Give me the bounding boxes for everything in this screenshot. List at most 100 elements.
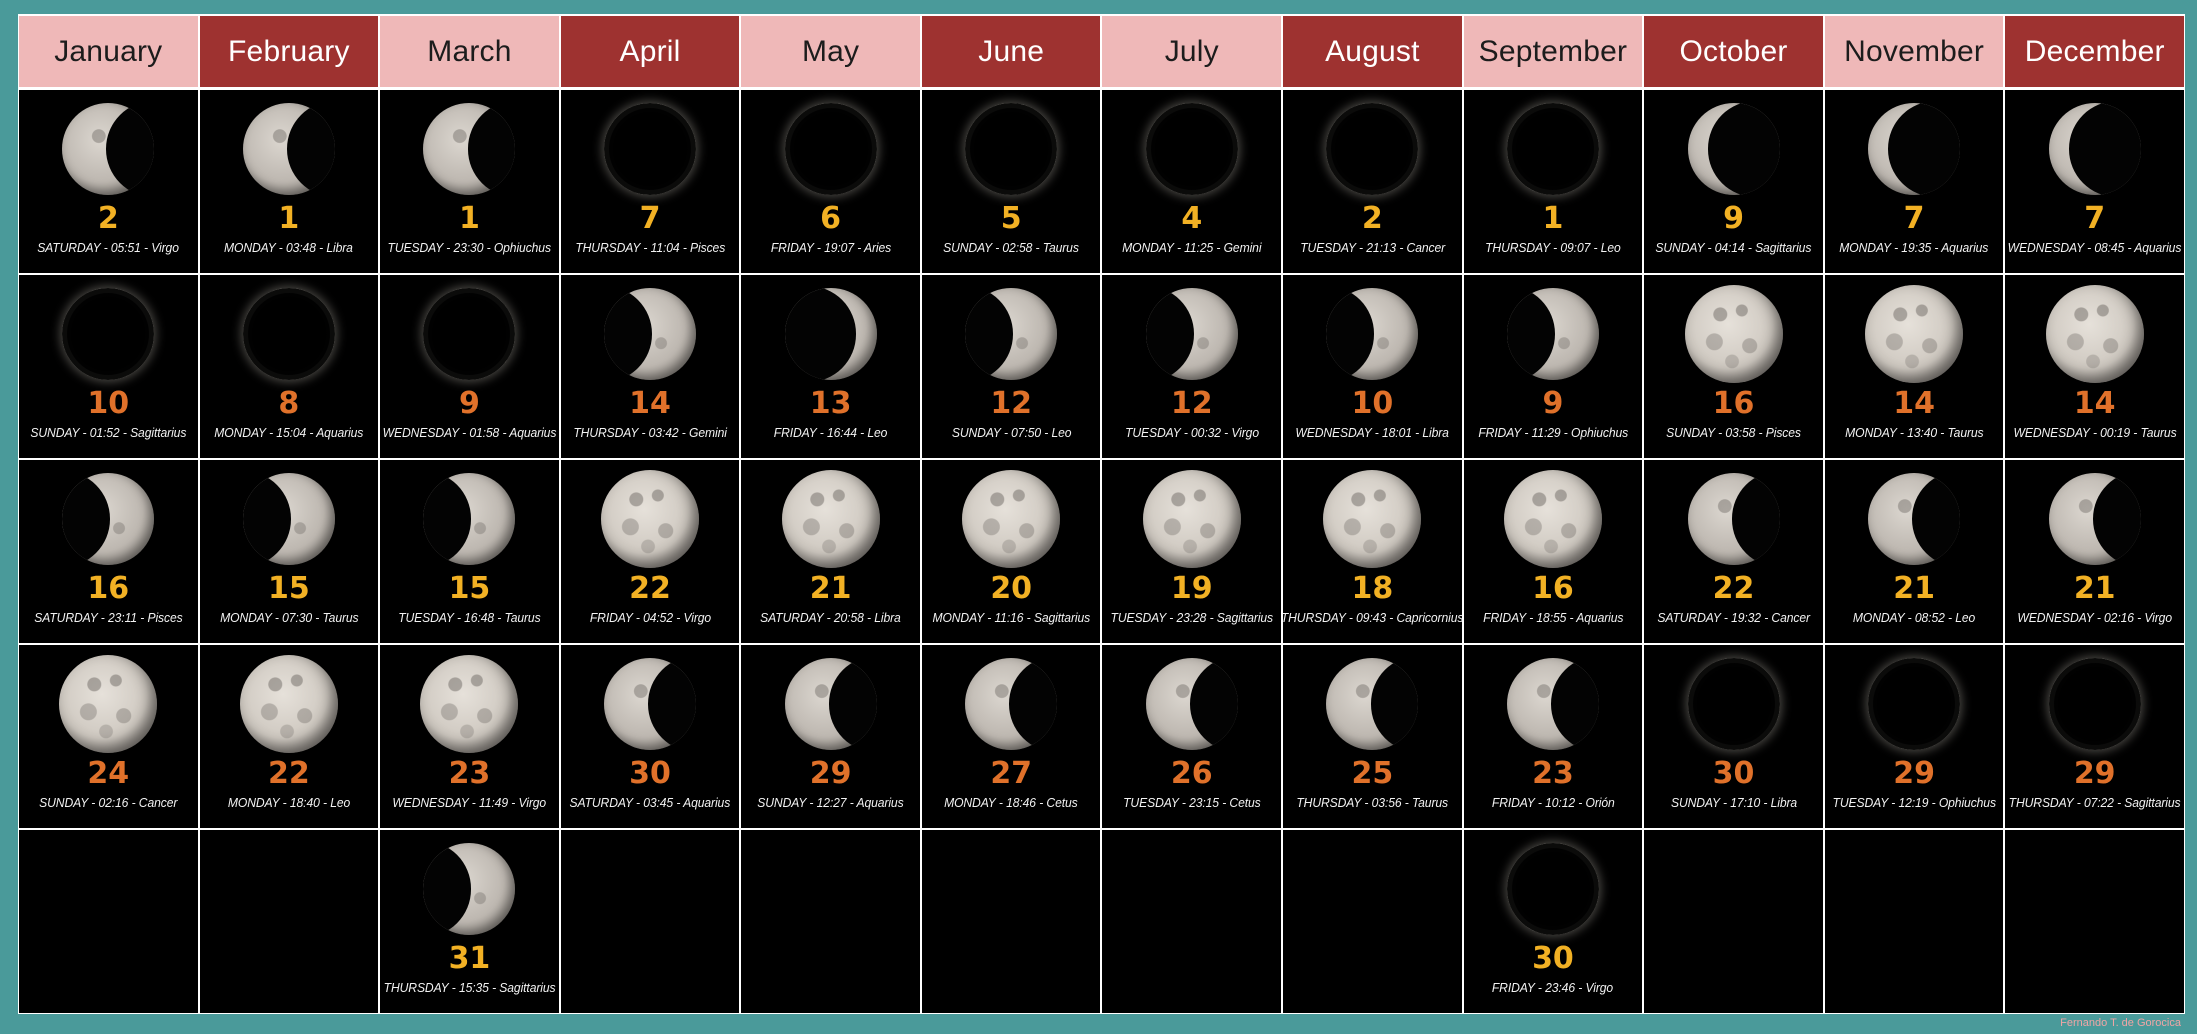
day-number: 1 (459, 201, 480, 236)
moon-cell[interactable]: 29 SUNDAY - 12:27 - Aquarius (740, 644, 921, 829)
moon-cell[interactable]: 29 TUESDAY - 12:19 - Ophiuchus (1823, 644, 2005, 829)
day-number: 7 (2084, 201, 2106, 236)
moon-cell[interactable] (920, 829, 1102, 1014)
moon-cell[interactable] (2004, 829, 2185, 1014)
moon-cell[interactable]: 14 WEDNESDAY - 00:19 - Taurus (2004, 274, 2185, 459)
moon-cell[interactable]: 22 MONDAY - 18:40 - Leo (198, 644, 380, 829)
moon-cell[interactable] (740, 829, 921, 1014)
moon-cell[interactable] (18, 829, 199, 1014)
moon-cell[interactable]: 27 MONDAY - 18:46 - Cetus (920, 644, 1102, 829)
moon-cell[interactable]: 5 SUNDAY - 02:58 - Taurus (920, 89, 1102, 274)
moon-cell[interactable]: 20 MONDAY - 11:16 - Sagittarius (920, 459, 1102, 644)
month-header-june[interactable]: June (920, 14, 1102, 89)
day-number: 9 (1542, 386, 1564, 421)
day-number: 22 (629, 571, 671, 606)
moon-image-wrapper (19, 645, 198, 757)
moon-cell[interactable]: 21 WEDNESDAY - 02:16 - Virgo (2004, 459, 2185, 644)
moon-cell[interactable]: 12 TUESDAY - 00:32 - Virgo (1101, 274, 1283, 459)
moon-cell[interactable]: 22 SATURDAY - 19:32 - Cancer (1643, 459, 1824, 644)
month-header-may[interactable]: May (740, 14, 921, 89)
day-number: 15 (448, 571, 491, 606)
moon-cell[interactable]: 24 SUNDAY - 02:16 - Cancer (18, 644, 199, 829)
moon-cell[interactable]: 18 THURSDAY - 09:43 - Capricornius (1282, 459, 1463, 644)
moon-cell[interactable]: 4 MONDAY - 11:25 - Gemini (1101, 89, 1283, 274)
moon-cell[interactable]: 15 MONDAY - 07:30 - Taurus (198, 459, 380, 644)
moon-cell[interactable]: 21 MONDAY - 08:52 - Leo (1823, 459, 2005, 644)
moon-cell[interactable] (559, 829, 741, 1014)
moon-last-quarter-icon (62, 103, 155, 195)
month-header-april[interactable]: April (559, 14, 741, 89)
moon-cell[interactable]: 23 WEDNESDAY - 11:49 - Virgo (379, 644, 560, 829)
moon-cell[interactable]: 1 TUESDAY - 23:30 - Ophiuchus (379, 89, 560, 274)
moon-new-ring-icon (1506, 103, 1599, 195)
moon-cell[interactable]: 9 SUNDAY - 04:14 - Sagittarius (1643, 89, 1824, 274)
moon-cell[interactable]: 31 THURSDAY - 15:35 - Sagittarius (379, 829, 560, 1014)
phase-detail-text: THURSDAY - 03:42 - Gemini (573, 426, 727, 440)
moon-shadow (648, 658, 697, 750)
day-number: 21 (809, 571, 852, 606)
moon-image-wrapper (741, 645, 920, 757)
moon-cell[interactable]: 9 FRIDAY - 11:29 - Ophiuchus (1462, 274, 1644, 459)
moon-cell[interactable]: 2 TUESDAY - 21:13 - Cancer (1282, 89, 1463, 274)
moon-cell[interactable] (1643, 829, 1824, 1014)
moon-image-wrapper (19, 90, 198, 202)
month-header-august[interactable]: August (1282, 14, 1463, 89)
month-header-october[interactable]: October (1643, 14, 1824, 89)
calendar-grid: January February March April May June July Augu… (18, 14, 2185, 1014)
month-header-january[interactable]: January (18, 14, 199, 89)
month-header-september[interactable]: September (1462, 14, 1644, 89)
moon-cell[interactable] (1823, 829, 2005, 1014)
moon-cell[interactable] (198, 829, 380, 1014)
moon-cell[interactable]: 19 TUESDAY - 23:28 - Sagittarius (1101, 459, 1283, 644)
moon-cell[interactable]: 2 SATURDAY - 05:51 - Virgo (18, 89, 199, 274)
moon-cell[interactable]: 25 THURSDAY - 03:56 - Taurus (1282, 644, 1463, 829)
moon-shadow (62, 473, 111, 565)
moon-cell[interactable]: 7 THURSDAY - 11:04 - Pisces (559, 89, 741, 274)
day-number: 7 (1903, 201, 1925, 236)
moon-cell[interactable]: 1 THURSDAY - 09:07 - Leo (1462, 89, 1644, 274)
moon-cell[interactable] (1101, 829, 1283, 1014)
moon-image-wrapper (741, 90, 920, 202)
moon-cell[interactable]: 6 FRIDAY - 19:07 - Aries (740, 89, 921, 274)
moon-waning-crescent-icon (1868, 103, 1961, 195)
moon-cell[interactable]: 12 SUNDAY - 07:50 - Leo (920, 274, 1102, 459)
moon-cell[interactable]: 10 WEDNESDAY - 18:01 - Libra (1282, 274, 1463, 459)
moon-cell[interactable]: 23 FRIDAY - 10:12 - Orión (1462, 644, 1644, 829)
day-number: 6 (820, 201, 842, 236)
moon-cell[interactable]: 16 SUNDAY - 03:58 - Pisces (1643, 274, 1824, 459)
moon-cell[interactable]: 1 MONDAY - 03:48 - Libra (198, 89, 380, 274)
moon-cell[interactable]: 29 THURSDAY - 07:22 - Sagittarius (2004, 644, 2185, 829)
moon-cell[interactable]: 30 SUNDAY - 17:10 - Libra (1643, 644, 1824, 829)
moon-cell[interactable]: 16 FRIDAY - 18:55 - Aquarius (1462, 459, 1644, 644)
moon-cell[interactable]: 14 THURSDAY - 03:42 - Gemini (559, 274, 741, 459)
moon-cell[interactable]: 30 SATURDAY - 03:45 - Aquarius (559, 644, 741, 829)
month-header-february[interactable]: February (198, 14, 380, 89)
moon-cell[interactable]: 13 FRIDAY - 16:44 - Leo (740, 274, 921, 459)
moon-cell[interactable]: 9 WEDNESDAY - 01:58 - Aquarius (379, 274, 560, 459)
moon-cell[interactable]: 7 WEDNESDAY - 08:45 - Aquarius (2004, 89, 2185, 274)
phase-detail-text: WEDNESDAY - 08:45 - Aquarius (2007, 241, 2182, 255)
moon-phase-calendar: January February March April May June July Augu… (0, 0, 2197, 1034)
moon-new-ring-icon (62, 288, 155, 380)
moon-cell[interactable]: 14 MONDAY - 13:40 - Taurus (1823, 274, 2005, 459)
moon-image-wrapper (922, 830, 1101, 942)
month-header-march[interactable]: March (379, 14, 560, 89)
moon-cell[interactable]: 15 TUESDAY - 16:48 - Taurus (379, 459, 560, 644)
moon-image-wrapper (380, 830, 559, 942)
month-header-july[interactable]: July (1101, 14, 1283, 89)
moon-cell[interactable]: 26 TUESDAY - 23:15 - Cetus (1101, 644, 1283, 829)
moon-cell[interactable]: 16 SATURDAY - 23:11 - Pisces (18, 459, 199, 644)
moon-cell[interactable]: 10 SUNDAY - 01:52 - Sagittarius (18, 274, 199, 459)
moon-cell[interactable]: 30 FRIDAY - 23:46 - Virgo (1462, 829, 1644, 1014)
day-number: 12 (990, 386, 1033, 421)
month-header-november[interactable]: November (1823, 14, 2005, 89)
moon-last-quarter-icon (784, 658, 877, 750)
moon-cell[interactable]: 22 FRIDAY - 04:52 - Virgo (559, 459, 741, 644)
moon-cell[interactable]: 7 MONDAY - 19:35 - Aquarius (1823, 89, 2005, 274)
moon-cell[interactable] (1282, 829, 1463, 1014)
month-header-december[interactable]: December (2004, 14, 2185, 89)
moon-cell[interactable]: 21 SATURDAY - 20:58 - Libra (740, 459, 921, 644)
moon-cell[interactable]: 8 MONDAY - 15:04 - Aquarius (198, 274, 380, 459)
phase-detail-text: TUESDAY - 23:28 - Sagittarius (1110, 611, 1274, 625)
moon-image-wrapper (1825, 275, 2004, 387)
